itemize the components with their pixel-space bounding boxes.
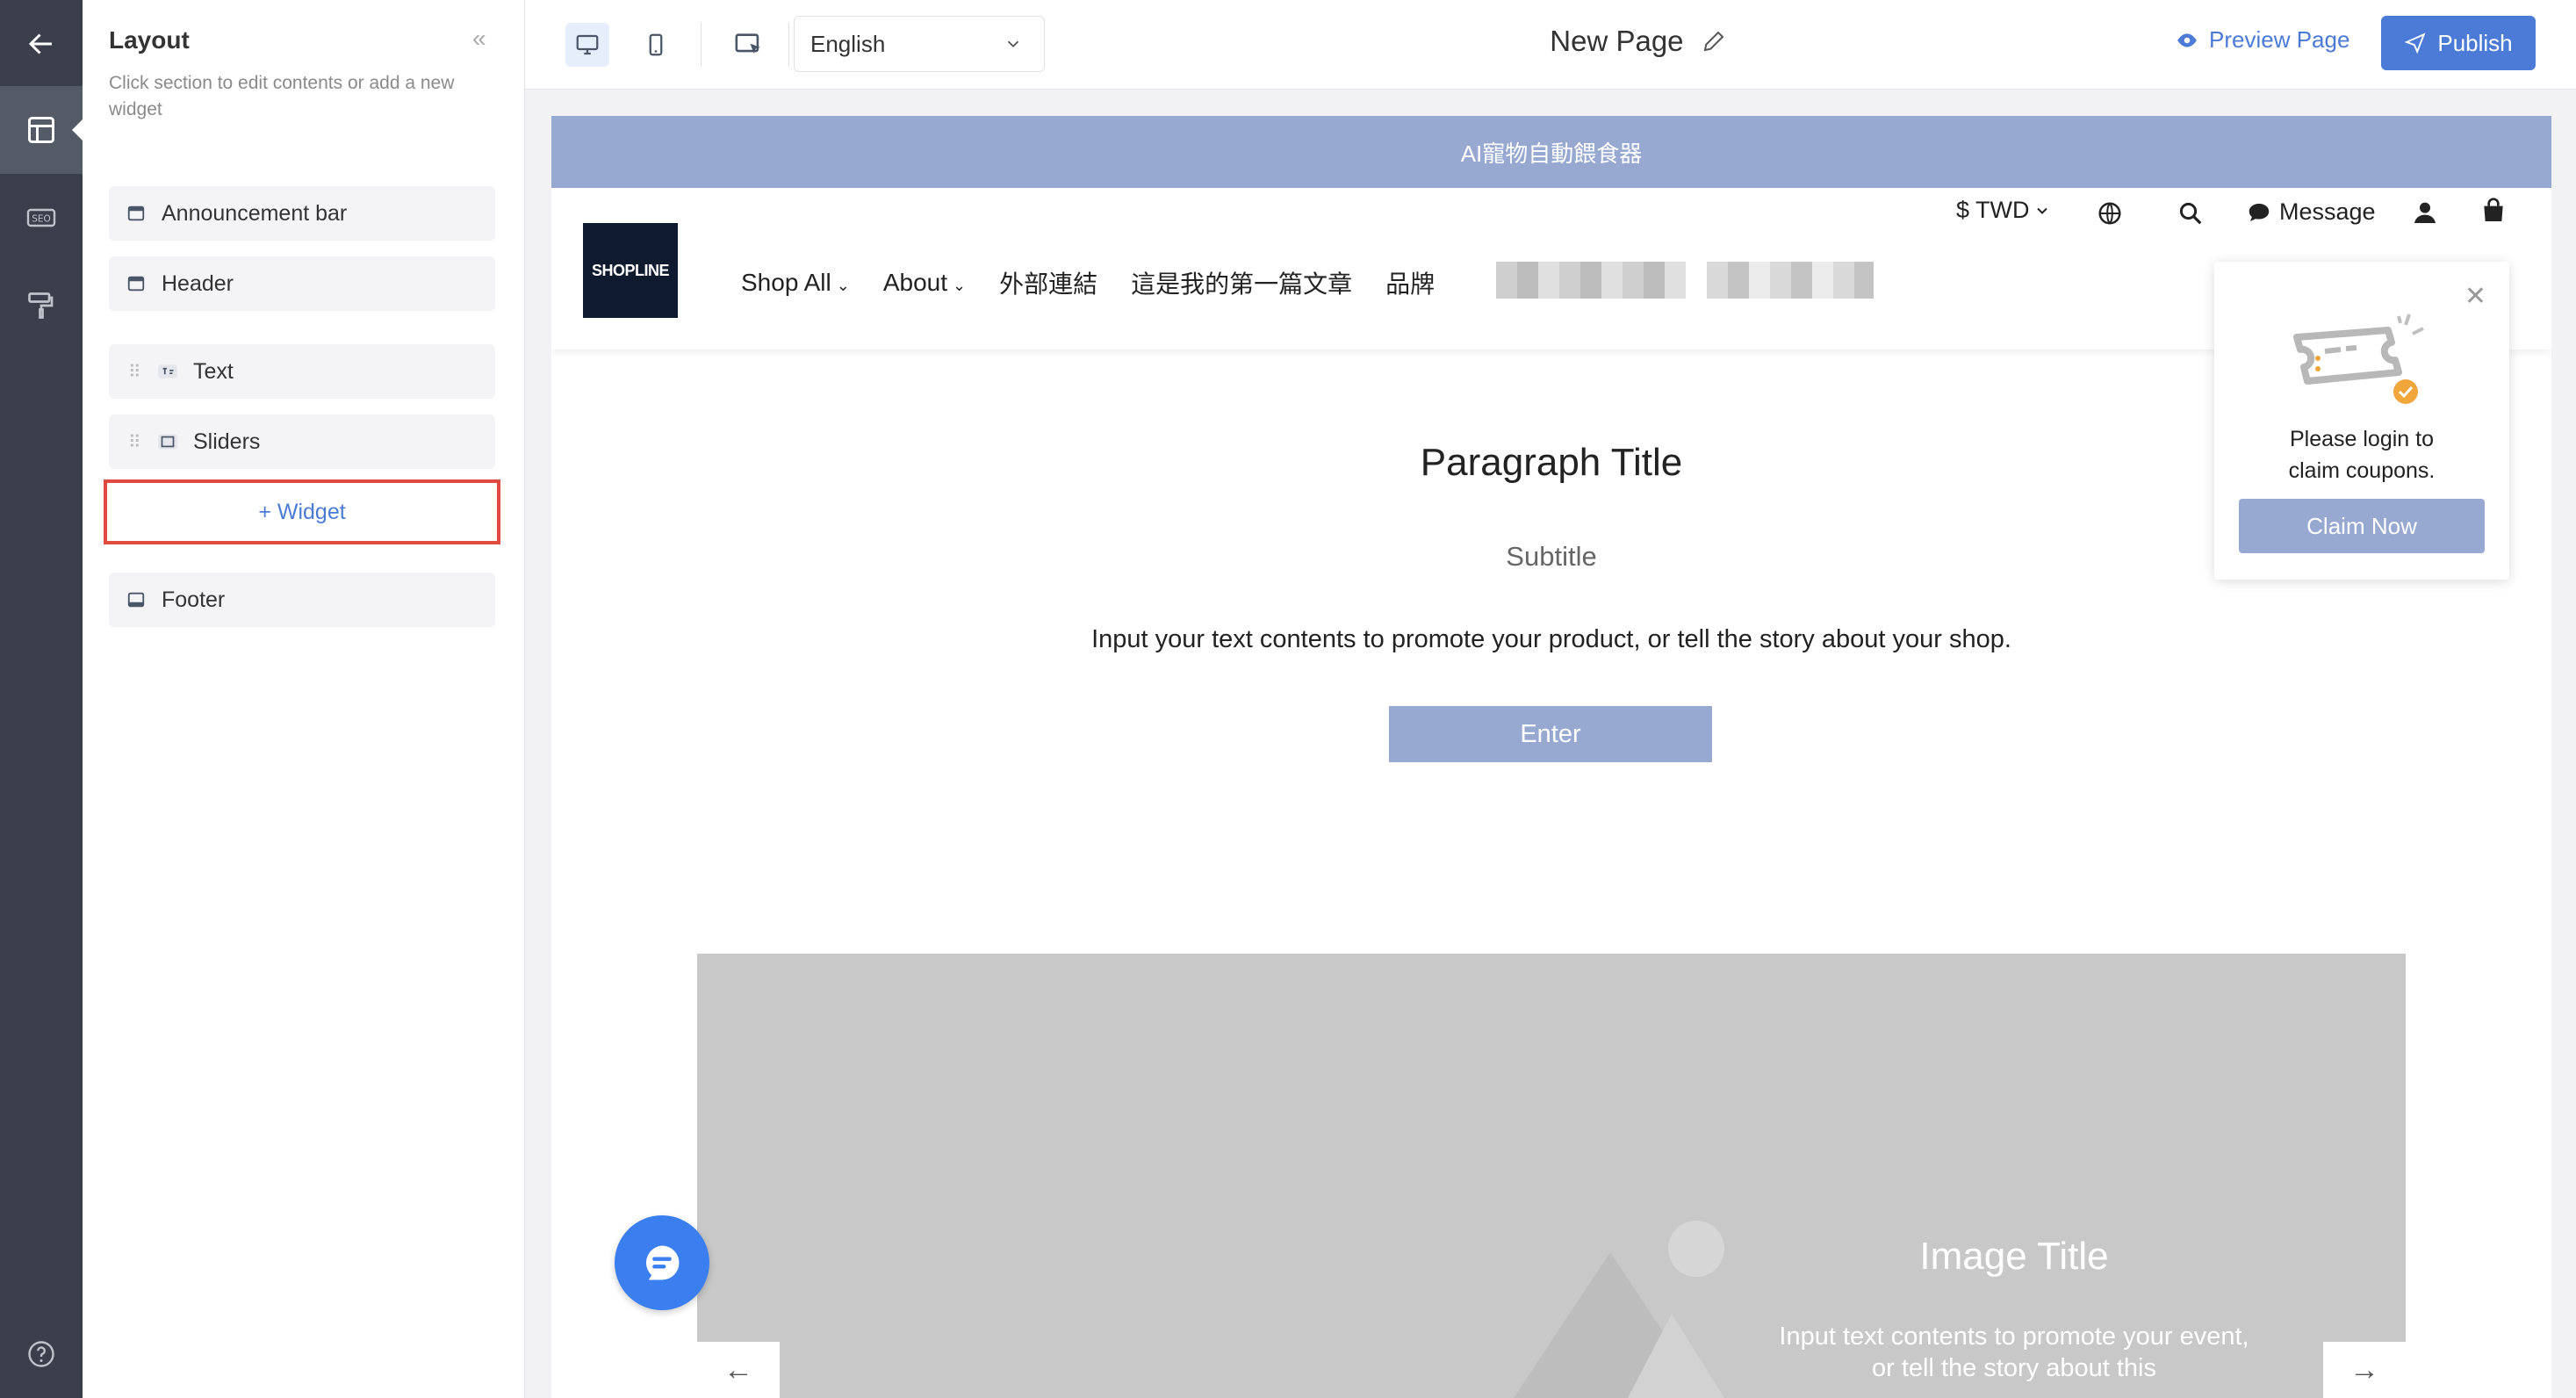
section-icon: [125, 588, 148, 611]
section-announcement-bar[interactable]: Announcement bar: [109, 186, 495, 241]
search-button[interactable]: [2177, 200, 2204, 227]
shop-logo[interactable]: SHOPLINE: [583, 223, 678, 318]
drag-handle-icon[interactable]: ⠿: [128, 361, 144, 383]
coupon-popup: ✕ Please login to claim coupons. Claim N…: [2214, 262, 2509, 580]
section-header[interactable]: Header: [109, 256, 495, 311]
back-button[interactable]: [0, 0, 83, 88]
eye-icon: [2177, 32, 2197, 47]
paragraph-title[interactable]: Paragraph Title: [551, 441, 2551, 485]
main-nav: Shop All ⌄ About ⌄ 外部連結 這是我的第一篇文章 品牌: [741, 265, 1435, 300]
chevron-down-icon: [1007, 40, 1019, 48]
chevron-down-icon: [2036, 207, 2047, 214]
panel-title: Layout: [109, 26, 190, 54]
seo-icon: SEO: [26, 208, 56, 227]
slider-prev-button[interactable]: ←: [697, 1342, 780, 1398]
language-globe-button[interactable]: [2097, 200, 2123, 227]
pencil-edit-icon[interactable]: [1701, 28, 1727, 54]
preview-page-button[interactable]: Preview Page: [2176, 26, 2349, 54]
help-icon: [28, 1341, 54, 1367]
slider-image-title[interactable]: Image Title: [1751, 1235, 2277, 1279]
desktop-view-button[interactable]: [565, 23, 609, 67]
section-label: Sliders: [193, 429, 261, 454]
publish-label: Publish: [2437, 29, 2513, 56]
mobile-view-button[interactable]: [634, 23, 678, 67]
publish-button[interactable]: Publish: [2381, 16, 2536, 70]
arrow-right-icon: →: [2349, 1352, 2379, 1387]
shopping-bag-icon: [2484, 198, 2503, 221]
preview-label: Preview Page: [2209, 26, 2350, 53]
section-footer[interactable]: Footer: [109, 573, 495, 627]
cursor-select-icon: [735, 33, 760, 54]
currency-selector[interactable]: $ TWD: [1956, 197, 2051, 224]
rail-layout-button[interactable]: [0, 86, 83, 174]
layout-icon: [28, 117, 54, 143]
page-title-text: New Page: [1550, 25, 1684, 57]
chat-fab-button[interactable]: [615, 1215, 709, 1310]
paragraph-body[interactable]: Input your text contents to promote your…: [551, 625, 2551, 654]
page-canvas: AI寵物自動餵食器 SHOPLINE Shop All ⌄ About ⌄ 外部連結…: [551, 116, 2551, 1398]
paint-roller-icon: [28, 292, 54, 319]
select-mode-button[interactable]: [727, 23, 771, 67]
chat-bubble-icon: [2249, 203, 2270, 221]
slider-widget-icon: [156, 430, 179, 453]
search-icon: [2179, 202, 2202, 225]
section-text[interactable]: ⠿ Text: [109, 344, 495, 399]
section-label: Header: [162, 270, 234, 296]
chat-icon: [646, 1245, 680, 1280]
close-icon[interactable]: ✕: [2464, 281, 2486, 312]
user-icon: [2414, 202, 2436, 223]
chevron-down-icon: ⌄: [953, 277, 967, 294]
nav-item-external-link[interactable]: 外部連結: [999, 265, 1097, 300]
section-sliders[interactable]: ⠿ Sliders: [109, 414, 495, 469]
nav-item-shop-all[interactable]: Shop All ⌄: [741, 269, 850, 297]
text-widget-icon: [156, 360, 179, 383]
panel-description: Click section to edit contents or add a …: [109, 73, 455, 119]
announcement-bar[interactable]: AI寵物自動餵食器: [551, 116, 2551, 188]
language-select[interactable]: English: [794, 16, 1045, 72]
left-rail: SEO: [0, 0, 83, 1398]
collapse-panel-icon[interactable]: «: [472, 25, 486, 53]
svg-text:SEO: SEO: [32, 214, 51, 225]
pixelated-nav-item[interactable]: [1496, 262, 1686, 299]
page-title: New Page: [1463, 25, 1814, 58]
section-label: Text: [193, 358, 234, 384]
section-label: Footer: [162, 587, 226, 612]
drag-handle-icon[interactable]: ⠿: [128, 431, 144, 453]
language-value: English: [810, 30, 886, 57]
globe-icon: [2098, 202, 2121, 225]
cart-button[interactable]: [2479, 197, 2508, 225]
image-slider[interactable]: Image Title Input text contents to promo…: [697, 954, 2406, 1398]
account-button[interactable]: [2411, 198, 2439, 227]
section-icon: [125, 272, 148, 295]
paper-plane-icon: [2405, 32, 2426, 54]
layout-panel: Layout « Click section to edit contents …: [83, 0, 525, 1398]
paragraph-subtitle[interactable]: Subtitle: [551, 541, 2551, 573]
slider-image-body[interactable]: Input text contents to promote your even…: [1768, 1321, 2260, 1384]
rail-help-button[interactable]: [0, 1310, 83, 1398]
slider-next-button[interactable]: →: [2323, 1342, 2406, 1398]
rail-seo-button[interactable]: SEO: [0, 174, 83, 262]
add-widget-button[interactable]: + Widget: [104, 479, 500, 544]
mobile-icon: [649, 33, 663, 56]
section-label: Announcement bar: [162, 200, 348, 226]
chevron-down-icon: ⌄: [836, 277, 850, 294]
desktop-icon: [576, 34, 599, 55]
nav-item-brand[interactable]: 品牌: [1385, 265, 1435, 300]
message-button[interactable]: Message: [2246, 198, 2376, 226]
rail-theme-button[interactable]: [0, 262, 83, 350]
enter-button[interactable]: Enter: [1389, 706, 1712, 762]
nav-item-about[interactable]: About ⌄: [883, 269, 966, 297]
arrow-left-icon: ←: [723, 1352, 753, 1387]
editor-toolbar: English New Page Preview Page Publish: [525, 0, 2576, 90]
nav-item-first-article[interactable]: 這是我的第一篇文章: [1131, 265, 1352, 300]
section-icon: [125, 202, 148, 225]
pixelated-nav-item[interactable]: [1707, 262, 1874, 299]
back-arrow-icon: [28, 33, 52, 54]
coupon-ticket-icon: [2293, 313, 2424, 404]
